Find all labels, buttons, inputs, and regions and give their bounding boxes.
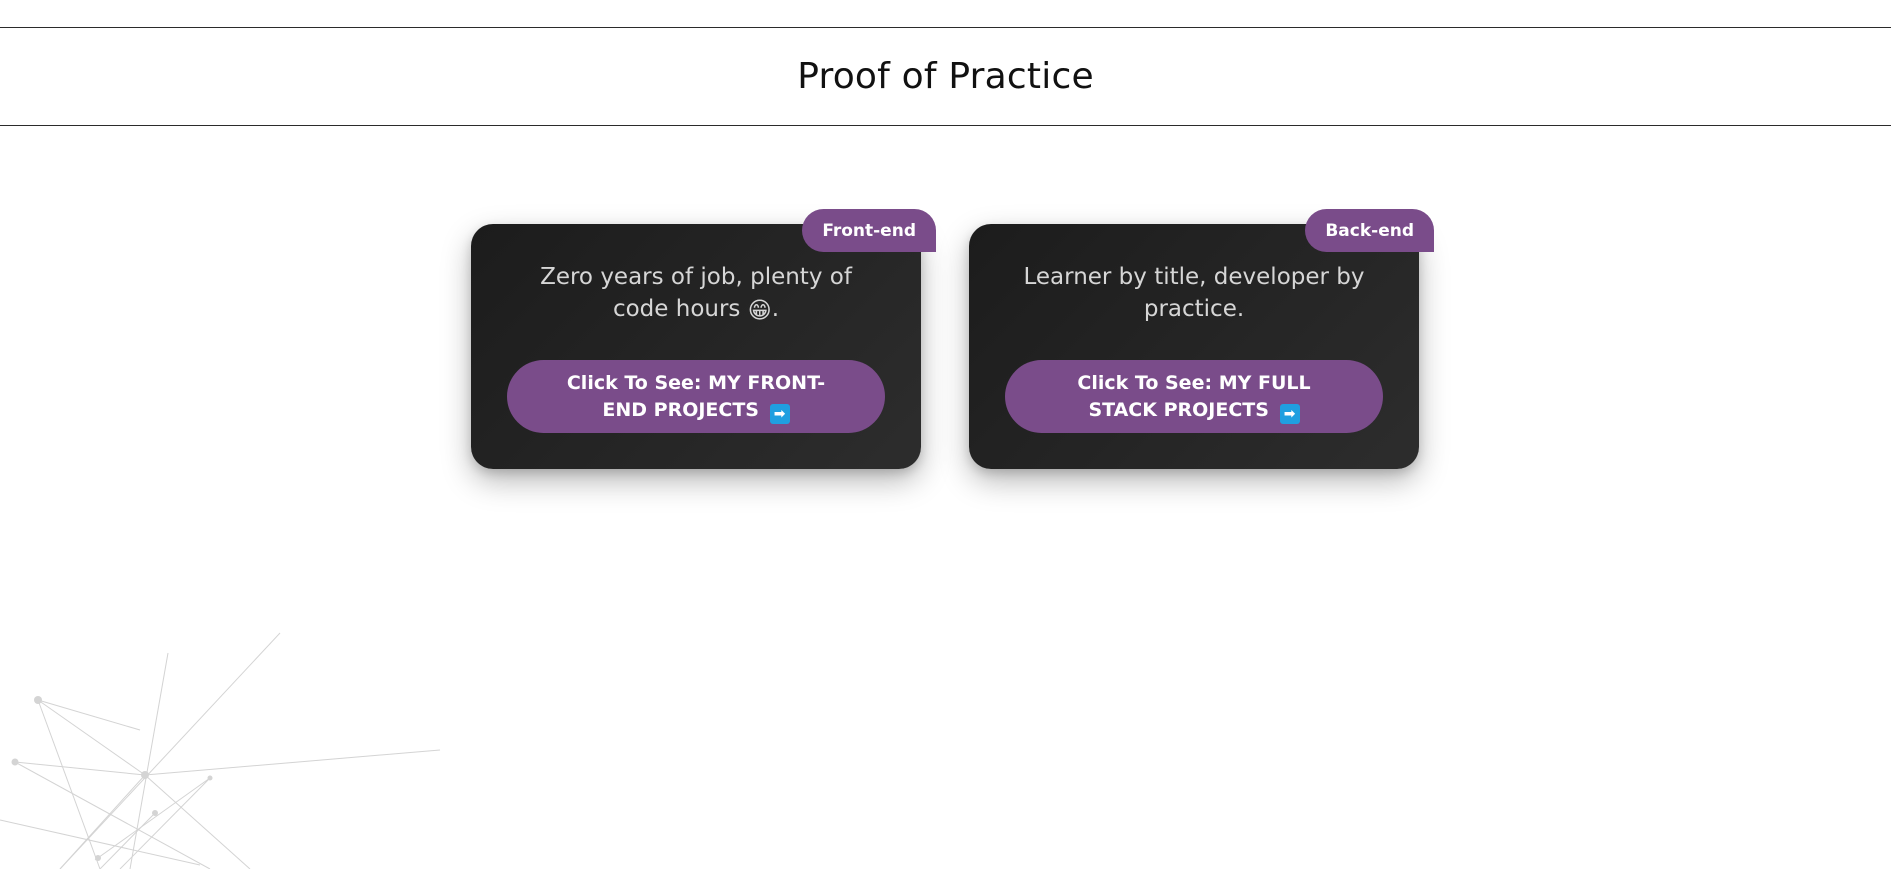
fullstack-projects-button[interactable]: Click To See: MY FULL STACK PROJECTS ➡ [1005,360,1383,433]
frontend-card: Front-end Zero years of job, plenty of c… [471,209,936,469]
grinning-face-icon: 😁 [747,298,772,324]
frontend-button-prefix: Click To See: [566,371,702,394]
backend-card-text: Learner by title, developer by practice. [1023,264,1365,322]
frontend-card-text-main: Zero years of job, plenty of code hours [540,264,852,322]
frontend-card-text: Zero years of job, plenty of code hours … [511,261,881,327]
right-arrow-icon: ➡ [769,403,790,424]
fullstack-projects-button-content: Click To See: MY FULL STACK PROJECTS ➡ [1045,370,1343,424]
frontend-projects-button[interactable]: Click To See: MY FRONT-END PROJECTS ➡ [507,360,885,433]
frontend-card-text-end: . [771,296,780,322]
fullstack-button-prefix: Click To See: [1077,371,1213,394]
frontend-projects-button-content: Click To See: MY FRONT-END PROJECTS ➡ [547,370,845,424]
right-arrow-icon: ➡ [1279,403,1300,424]
network-lines-decoration [0,632,441,869]
frontend-badge: Front-end [802,209,936,252]
backend-card: Back-end Learner by title, developer by … [969,209,1434,469]
title-band: Proof of Practice [0,27,1891,126]
backend-badge: Back-end [1305,209,1434,252]
page-title: Proof of Practice [797,56,1094,97]
